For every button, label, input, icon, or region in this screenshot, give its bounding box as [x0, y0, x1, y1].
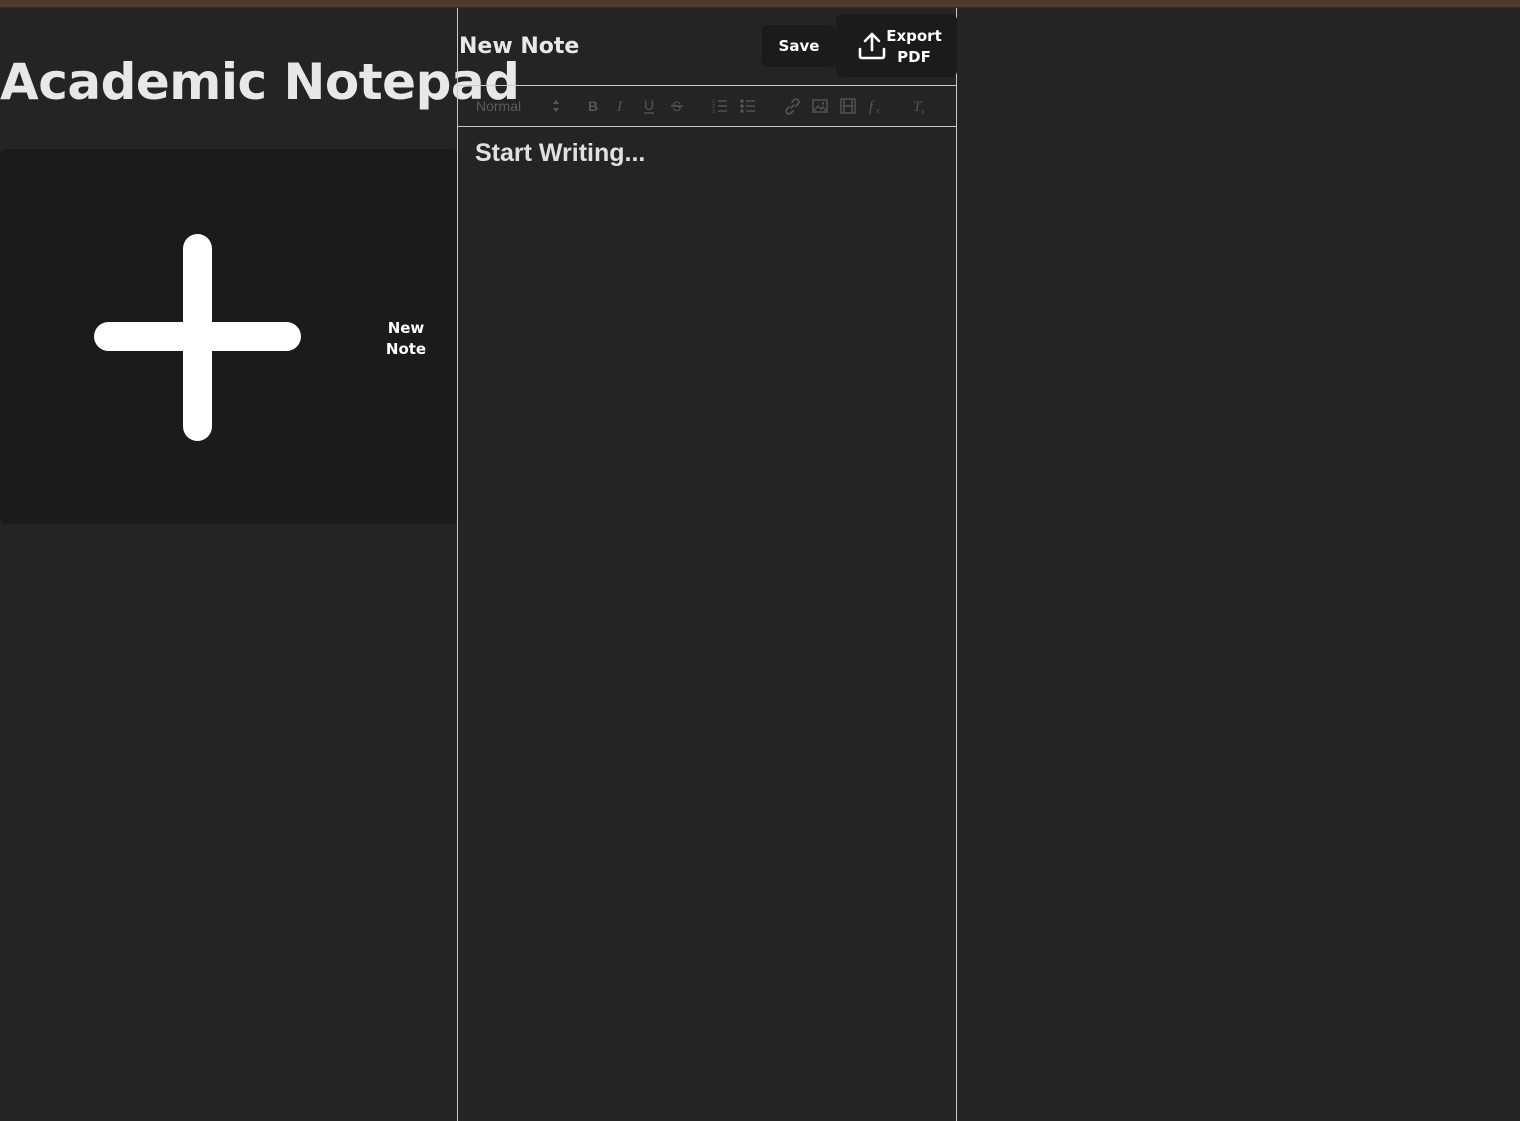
- underline-icon[interactable]: U: [642, 97, 656, 115]
- video-icon[interactable]: [840, 97, 856, 115]
- link-icon[interactable]: [784, 97, 800, 115]
- editor-placeholder: Start Writing...: [475, 139, 646, 167]
- export-pdf-label: Export PDF: [886, 27, 942, 66]
- top-bar: [0, 0, 1520, 8]
- upload-icon: [858, 32, 886, 60]
- save-button[interactable]: Save: [762, 25, 836, 67]
- app-title: Academic Notepad: [0, 53, 520, 111]
- editor-toolbar: Normal B I U S 1 2 3 f x T x: [458, 85, 956, 127]
- select-arrows-icon: [553, 100, 559, 112]
- svg-text:f: f: [869, 99, 875, 115]
- image-icon[interactable]: [812, 97, 828, 115]
- note-title: New Note: [459, 34, 580, 59]
- format-select[interactable]: Normal: [476, 97, 560, 115]
- bold-icon[interactable]: B: [586, 97, 600, 115]
- format-select-value: Normal: [476, 98, 522, 114]
- svg-text:I: I: [616, 99, 623, 115]
- svg-text:B: B: [588, 98, 598, 114]
- plus-icon[interactable]: [94, 234, 301, 441]
- export-pdf-button[interactable]: Export PDF: [836, 14, 957, 77]
- formula-icon[interactable]: fx: [868, 97, 884, 115]
- svg-text:U: U: [644, 97, 654, 113]
- strikethrough-icon[interactable]: S: [670, 97, 684, 115]
- svg-text:3: 3: [712, 109, 715, 115]
- new-note-label[interactable]: New Note: [376, 318, 436, 360]
- ordered-list-icon[interactable]: 1 2 3: [712, 97, 728, 115]
- bullet-list-icon[interactable]: [740, 97, 756, 115]
- svg-text:x: x: [875, 106, 880, 115]
- italic-icon[interactable]: I: [614, 97, 628, 115]
- editor-content-area[interactable]: [458, 127, 956, 1121]
- svg-text:x: x: [920, 107, 925, 115]
- clear-format-icon[interactable]: Tx: [912, 97, 928, 115]
